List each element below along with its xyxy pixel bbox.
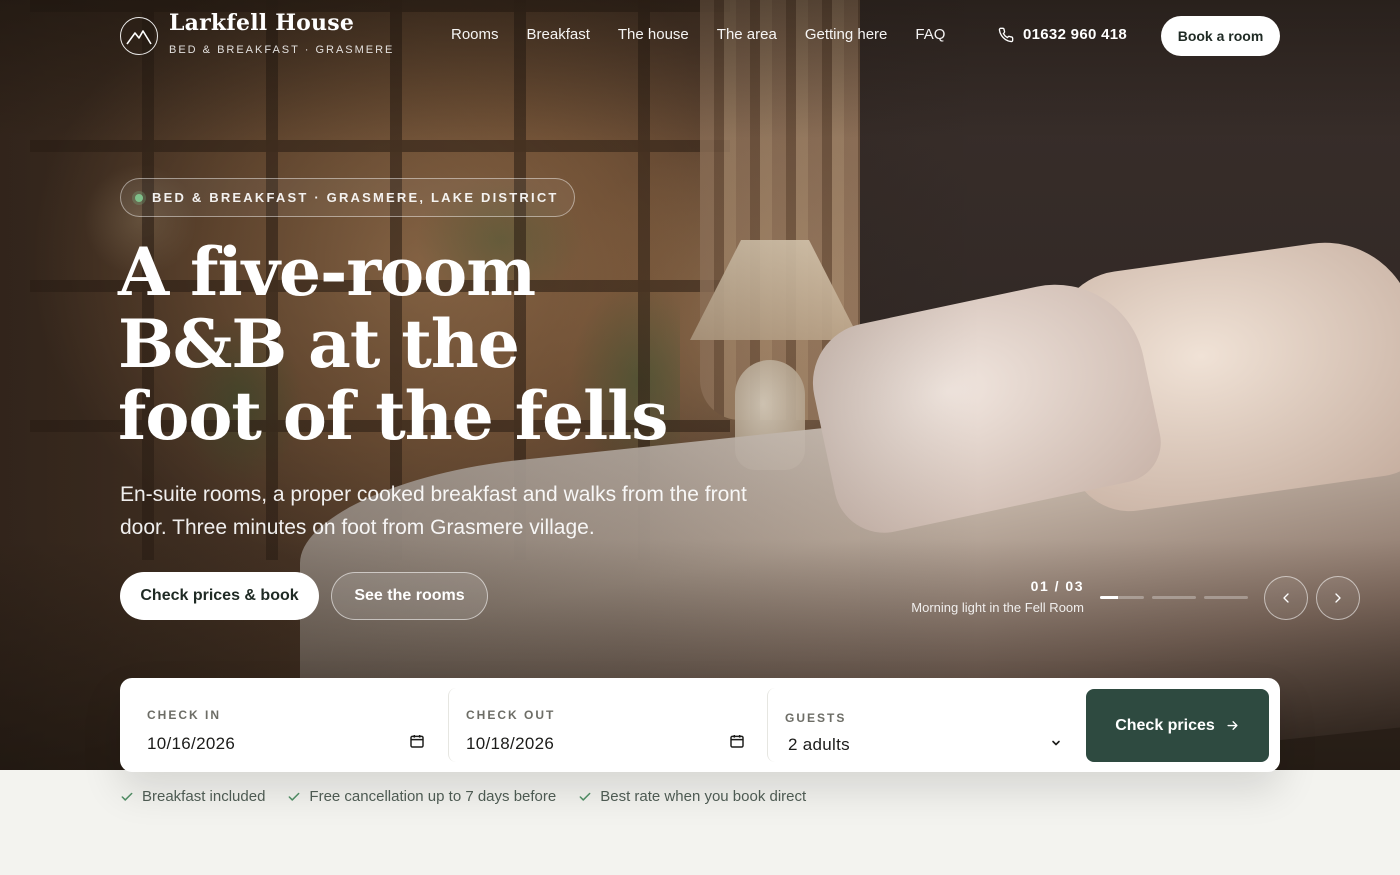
phone-link[interactable]: 01632 960 418 — [998, 26, 1127, 43]
hero-subtext: En-suite rooms, a proper cooked breakfas… — [120, 483, 747, 539]
carousel-next-button[interactable] — [1316, 576, 1360, 620]
check-prices-label: Check prices — [1115, 716, 1215, 734]
check-out-label: CHECK OUT — [466, 708, 556, 722]
calendar-icon[interactable] — [409, 733, 425, 749]
chevron-right-icon — [1335, 593, 1341, 603]
nav-link-rooms[interactable]: Rooms — [451, 26, 499, 44]
guests-value[interactable]: 2 adults — [788, 735, 850, 755]
guests-label: GUESTS — [785, 711, 847, 725]
brand-tagline: BED & BREAKFAST · GRASMERE — [169, 44, 395, 56]
phone-number: 01632 960 418 — [1023, 26, 1127, 43]
check-in-field[interactable]: CHECK IN 10/16/2026 — [120, 688, 448, 762]
check-out-value[interactable]: 10/18/2026 — [466, 734, 554, 754]
slide-counter: 01 / 03 — [1030, 578, 1084, 594]
slide-indicator-3[interactable] — [1204, 596, 1248, 599]
booking-form: CHECK IN 10/16/2026 CHECK OUT 10/18/2026… — [120, 678, 1280, 772]
see-the-rooms-button[interactable]: See the rooms — [331, 572, 488, 620]
check-prices-button[interactable]: Check prices — [1086, 689, 1269, 762]
headline-line-2: B&B at the — [118, 305, 520, 383]
book-a-room-button[interactable]: Book a room — [1161, 16, 1280, 56]
phone-icon — [998, 27, 1014, 42]
check-in-label: CHECK IN — [147, 708, 222, 722]
benefit-label: Breakfast included — [142, 788, 266, 805]
arrow-right-icon — [1227, 721, 1238, 730]
carousel-prev-button[interactable] — [1264, 576, 1308, 620]
headline-line-1: A five-room — [118, 233, 536, 311]
slide-indicator-1[interactable] — [1100, 596, 1144, 599]
calendar-icon[interactable] — [729, 733, 745, 749]
guests-select[interactable]: GUESTS 2 adults — [767, 688, 1086, 762]
location-badge-text: BED & BREAKFAST · GRASMERE, LAKE DISTRIC… — [152, 190, 559, 205]
nav-link-getting-here[interactable]: Getting here — [805, 26, 888, 44]
hero-headline: A five-room B&B at the foot of the fells — [118, 236, 738, 452]
chevron-down-icon — [1052, 740, 1060, 746]
main-nav: Rooms Breakfast The house The area Getti… — [451, 26, 973, 44]
brand-name: Larkfell House — [169, 10, 355, 36]
brand-logo-link[interactable]: Larkfell House BED & BREAKFAST · GRASMER… — [120, 12, 394, 56]
slide-indicator-2[interactable] — [1152, 596, 1196, 599]
hero-section: Larkfell House BED & BREAKFAST · GRASMER… — [0, 0, 1400, 770]
benefit-item: Free cancellation up to 7 days before — [287, 788, 556, 805]
nav-link-the-house[interactable]: The house — [618, 26, 689, 44]
status-dot — [135, 193, 143, 202]
headline-line-3: foot of the fells — [118, 377, 668, 455]
benefits-list: Breakfast included Free cancellation up … — [120, 788, 828, 805]
benefit-label: Free cancellation up to 7 days before — [309, 788, 557, 805]
check-icon — [121, 792, 133, 801]
check-icon — [288, 792, 300, 801]
slide-progress — [1100, 596, 1248, 599]
chevron-left-icon — [1283, 593, 1289, 603]
check-prices-book-button[interactable]: Check prices & book — [120, 572, 319, 620]
nav-link-faq[interactable]: FAQ — [915, 26, 945, 44]
benefit-item: Best rate when you book direct — [578, 788, 806, 805]
mountain-icon — [120, 17, 158, 55]
check-in-value[interactable]: 10/16/2026 — [147, 734, 235, 754]
site-header: Larkfell House BED & BREAKFAST · GRASMER… — [0, 0, 1400, 72]
slide-caption: Morning light in the Fell Room — [911, 600, 1084, 615]
nav-link-the-area[interactable]: The area — [717, 26, 777, 44]
check-icon — [579, 792, 591, 801]
benefit-label: Best rate when you book direct — [600, 788, 807, 805]
location-badge: BED & BREAKFAST · GRASMERE, LAKE DISTRIC… — [120, 178, 575, 217]
check-out-field[interactable]: CHECK OUT 10/18/2026 — [448, 688, 767, 762]
benefit-item: Breakfast included — [120, 788, 265, 805]
nav-link-breakfast[interactable]: Breakfast — [527, 26, 590, 44]
